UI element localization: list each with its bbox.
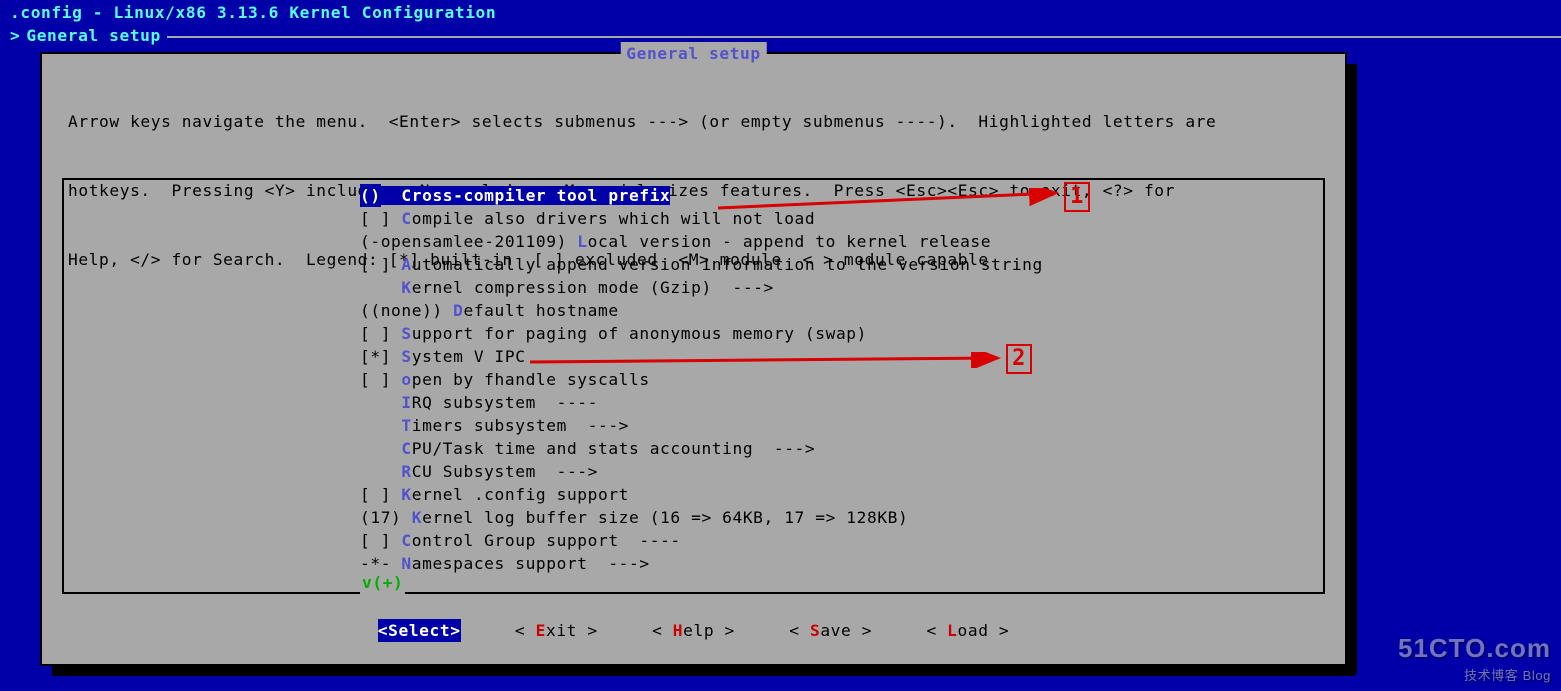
menu-item-hotkey: R bbox=[401, 462, 411, 481]
menu-item-state: [ ] bbox=[360, 529, 391, 552]
menu-item-label: System V IPC bbox=[391, 347, 526, 366]
menu-item-label: open by fhandle syscalls bbox=[391, 370, 650, 389]
menu-item-state bbox=[360, 391, 391, 414]
menu-item-label: Local version - append to kernel release bbox=[567, 232, 991, 251]
load-button[interactable]: < Load > bbox=[926, 619, 1009, 642]
menu-item-label: CPU/Task time and stats accounting ---> bbox=[391, 439, 815, 458]
breadcrumb: > General setup bbox=[0, 24, 1561, 47]
scroll-indicator-down: v(+) bbox=[360, 571, 405, 594]
menu-item-state: [ ] bbox=[360, 483, 391, 506]
breadcrumb-current: General setup bbox=[20, 24, 167, 47]
menu-item-hotkey: D bbox=[453, 301, 463, 320]
menu-item[interactable]: Kernel compression mode (Gzip) ---> bbox=[360, 276, 1315, 299]
menu-item-label: Kernel log buffer size (16 => 64KB, 17 =… bbox=[401, 508, 908, 527]
watermark-line1: 51CTO.com bbox=[1398, 630, 1551, 667]
menu-item-hotkey: A bbox=[401, 255, 411, 274]
menu-item-hotkey: C bbox=[401, 209, 411, 228]
menu-item-hotkey: I bbox=[401, 393, 411, 412]
menu-item-state: [ ] bbox=[360, 322, 391, 345]
breadcrumb-prefix: > bbox=[0, 24, 20, 47]
menu-item[interactable]: IRQ subsystem ---- bbox=[360, 391, 1315, 414]
menu-item[interactable]: [ ] Control Group support ---- bbox=[360, 529, 1315, 552]
menu-item-state: [ ] bbox=[360, 253, 391, 276]
menu-item[interactable]: [*] System V IPC bbox=[360, 345, 1315, 368]
menu-item-label: Kernel .config support bbox=[391, 485, 629, 504]
menu-item-hotkey: S bbox=[401, 347, 411, 366]
menu-item-hotkey: K bbox=[412, 508, 422, 527]
menu-item[interactable]: [ ] Automatically append version informa… bbox=[360, 253, 1315, 276]
select-button[interactable]: <Select> bbox=[378, 619, 461, 642]
menu-item-hotkey: K bbox=[401, 485, 411, 504]
menu-item-hotkey: o bbox=[401, 370, 411, 389]
main-panel: General setup Arrow keys navigate the me… bbox=[40, 52, 1347, 666]
menu-item-state: ((none)) bbox=[360, 299, 443, 322]
exit-button[interactable]: < Exit > bbox=[515, 619, 598, 642]
menu-item-state bbox=[360, 437, 391, 460]
help-button[interactable]: < Help > bbox=[652, 619, 735, 642]
menu-item-label: RCU Subsystem ---> bbox=[391, 462, 598, 481]
menu-item-hotkey: S bbox=[401, 324, 411, 343]
menu-item-state: (-opensamlee-201109) bbox=[360, 230, 567, 253]
menu-item-state bbox=[360, 414, 391, 437]
menu-item-hotkey: T bbox=[401, 416, 411, 435]
panel-shadow-bottom bbox=[52, 664, 1355, 676]
menu-item[interactable]: [ ] Kernel .config support bbox=[360, 483, 1315, 506]
menu-item-label: Namespaces support ---> bbox=[391, 554, 650, 573]
menu-item-hotkey: C bbox=[401, 439, 411, 458]
menu-item-hotkey: C bbox=[401, 186, 411, 205]
menu-item[interactable]: (17) Kernel log buffer size (16 => 64KB,… bbox=[360, 506, 1315, 529]
menu-item[interactable]: [ ] Support for paging of anonymous memo… bbox=[360, 322, 1315, 345]
watermark: 51CTO.com 技术博客 Blog bbox=[1398, 630, 1551, 685]
menu-item-label: Cross-compiler tool prefix bbox=[381, 186, 671, 205]
menu-item-hotkey: K bbox=[401, 278, 411, 297]
menu-item-state bbox=[360, 460, 391, 483]
menu-item-label: Timers subsystem ---> bbox=[391, 416, 629, 435]
menu-item-label: Automatically append version information… bbox=[391, 255, 1043, 274]
menu-item-label: Default hostname bbox=[443, 301, 619, 320]
watermark-line2: 技术博客 Blog bbox=[1398, 667, 1551, 685]
menu-item[interactable]: RCU Subsystem ---> bbox=[360, 460, 1315, 483]
window-title: .config - Linux/x86 3.13.6 Kernel Config… bbox=[0, 0, 1561, 24]
menu-item-label: Support for paging of anonymous memory (… bbox=[391, 324, 867, 343]
help-line: Arrow keys navigate the menu. <Enter> se… bbox=[68, 110, 1319, 133]
menu-item[interactable]: (-opensamlee-201109) Local version - app… bbox=[360, 230, 1315, 253]
menu-item-state: [*] bbox=[360, 345, 391, 368]
breadcrumb-rule bbox=[167, 36, 1561, 38]
button-bar: <Select> < Exit > < Help > < Save > < Lo… bbox=[42, 619, 1345, 642]
menu-item[interactable]: [ ] Compile also drivers which will not … bbox=[360, 207, 1315, 230]
menu-item-state bbox=[360, 276, 391, 299]
menu-item-state: [ ] bbox=[360, 207, 391, 230]
menu-item-state: () bbox=[360, 184, 381, 207]
menu-item-label: Control Group support ---- bbox=[391, 531, 681, 550]
menu-item-label: IRQ subsystem ---- bbox=[391, 393, 598, 412]
panel-title: General setup bbox=[620, 42, 767, 65]
menu-item[interactable]: CPU/Task time and stats accounting ---> bbox=[360, 437, 1315, 460]
menu-item-label: Kernel compression mode (Gzip) ---> bbox=[391, 278, 774, 297]
menu-item-state: (17) bbox=[360, 506, 401, 529]
menu-item-hotkey: C bbox=[401, 531, 411, 550]
save-button[interactable]: < Save > bbox=[789, 619, 872, 642]
menu-item[interactable]: ((none)) Default hostname bbox=[360, 299, 1315, 322]
menu-item-hotkey: L bbox=[577, 232, 587, 251]
menu-item[interactable]: () Cross-compiler tool prefix bbox=[360, 184, 1315, 207]
menu-item-label: Compile also drivers which will not load bbox=[391, 209, 815, 228]
menu-box: () Cross-compiler tool prefix[ ] Compile… bbox=[62, 178, 1325, 594]
panel-shadow-right bbox=[1345, 64, 1357, 674]
menu-item[interactable]: -*- Namespaces support ---> bbox=[360, 552, 1315, 575]
annotation-box-2: 2 bbox=[1006, 344, 1032, 374]
menu-item-state: [ ] bbox=[360, 368, 391, 391]
menu-item[interactable]: [ ] open by fhandle syscalls bbox=[360, 368, 1315, 391]
menu-list[interactable]: () Cross-compiler tool prefix[ ] Compile… bbox=[360, 184, 1315, 575]
menu-item[interactable]: Timers subsystem ---> bbox=[360, 414, 1315, 437]
annotation-box-1: 1 bbox=[1064, 182, 1090, 212]
